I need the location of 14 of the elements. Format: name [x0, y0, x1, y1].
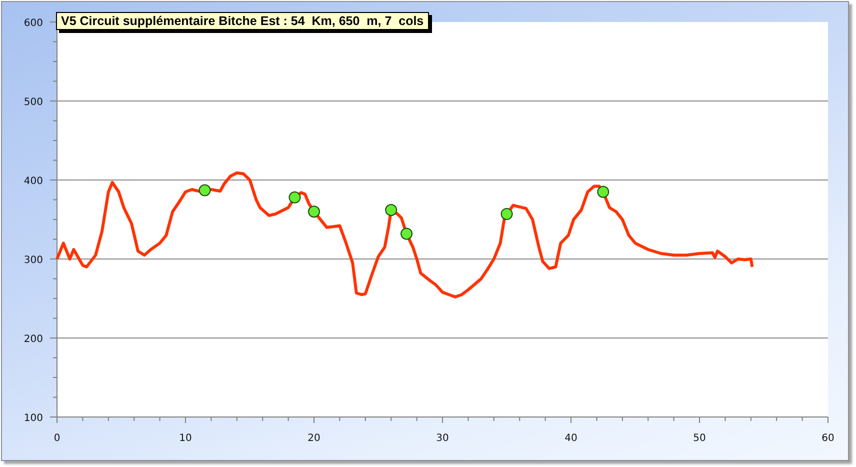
x-tick-label: 0: [54, 433, 60, 444]
chart-title: V5 Circuit supplémentaire Bitche Est : 54 Km, 650 m, 7 cols: [56, 12, 429, 30]
y-tick-label: 200: [24, 334, 43, 345]
y-tick-label: 500: [24, 97, 43, 108]
x-tick-label: 50: [693, 433, 706, 444]
y-tick-label: 400: [24, 176, 43, 187]
x-tick-label: 40: [564, 433, 578, 444]
x-tick-label: 30: [436, 433, 449, 444]
y-tick-label: 100: [24, 413, 43, 424]
x-tick-label: 10: [179, 433, 192, 444]
x-tick-label: 20: [308, 433, 320, 444]
y-tick-label: 600: [24, 18, 43, 29]
x-tick-label: 60: [822, 433, 834, 444]
y-tick-label: 300: [24, 255, 43, 266]
